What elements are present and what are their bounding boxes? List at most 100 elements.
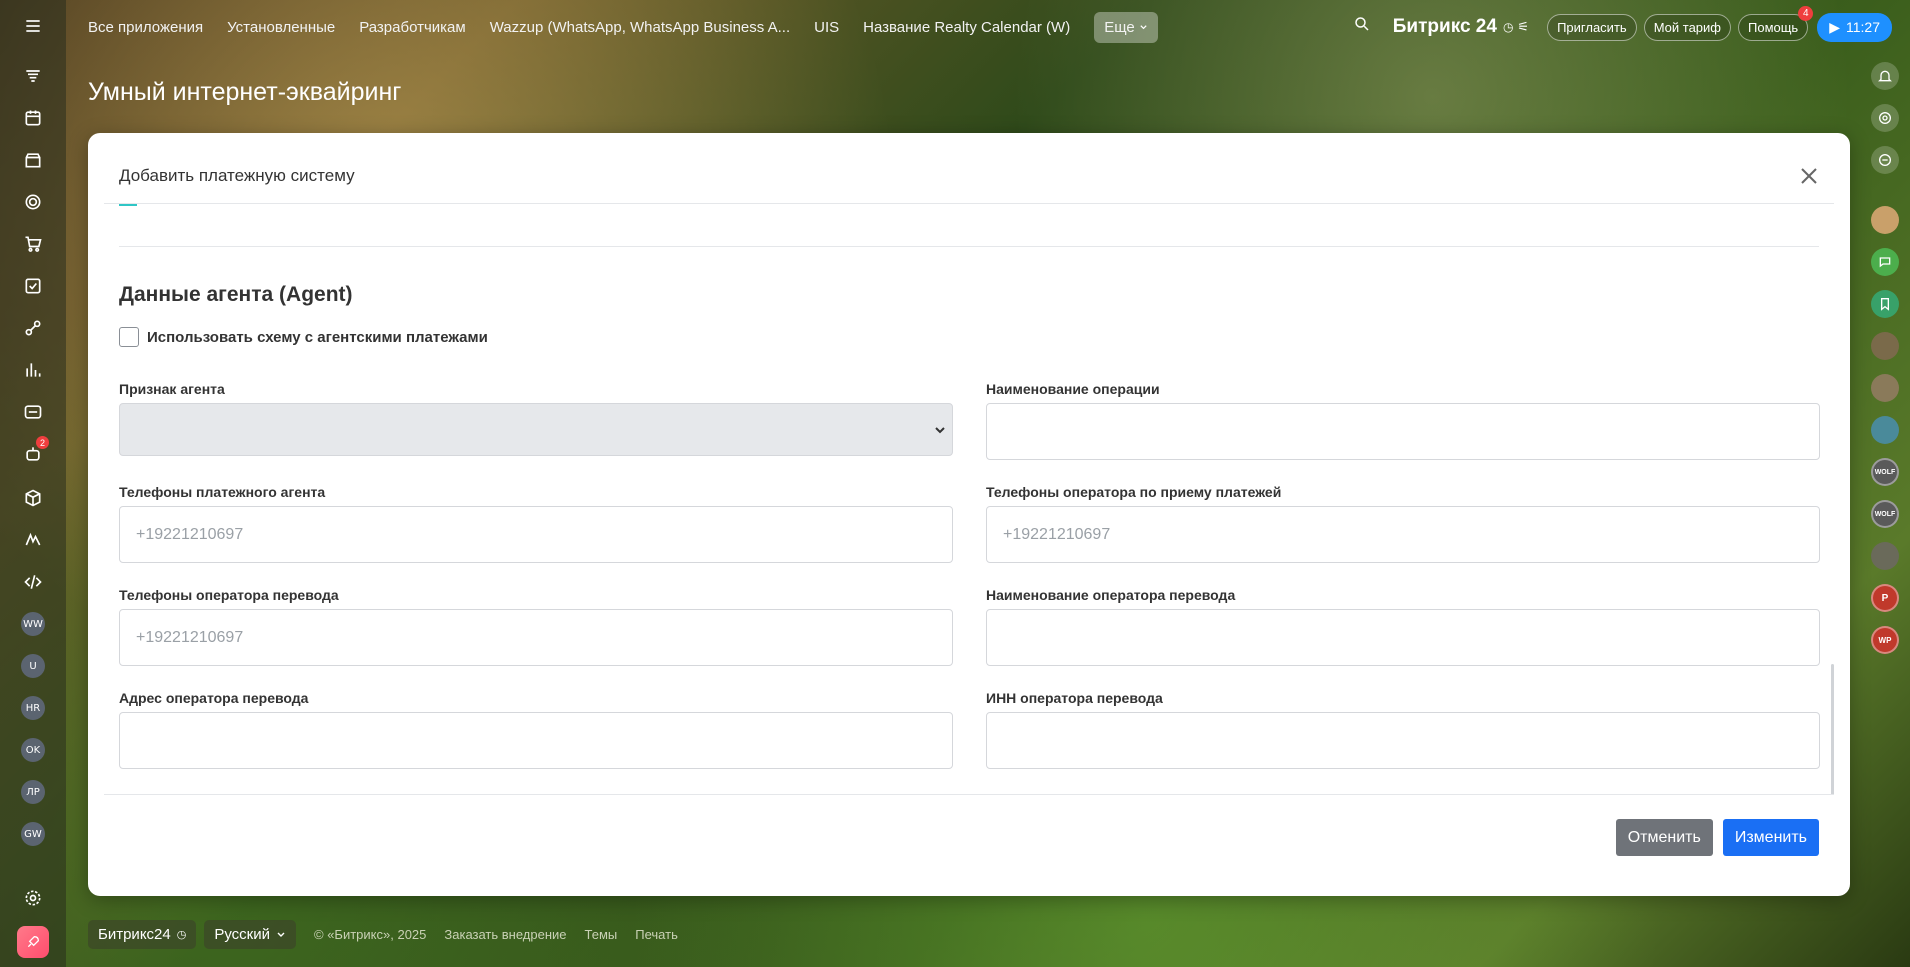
app-avatar-gw[interactable]: GW [13, 814, 53, 854]
cart-icon[interactable] [13, 224, 53, 264]
automation-icon[interactable] [13, 308, 53, 348]
invite-button[interactable]: Пригласить [1547, 13, 1637, 41]
nav-wazzup[interactable]: Wazzup (WhatsApp, WhatsApp Business A... [490, 19, 790, 36]
cancel-button[interactable]: Отменить [1615, 819, 1713, 856]
bot-icon[interactable]: 2 [13, 434, 53, 474]
clock-icon: ◷ [176, 929, 187, 941]
nav-realty-calendar[interactable]: Название Realty Calendar (W) [863, 19, 1070, 36]
scroll-indicator [119, 204, 137, 206]
scrollbar[interactable] [1831, 664, 1834, 794]
settings-gear-icon[interactable] [13, 878, 53, 918]
section-divider [119, 246, 1819, 247]
user-avatar[interactable] [1871, 332, 1899, 360]
field-transfer-name: Наименование оператора перевода [986, 587, 1820, 666]
play-icon: ▶ [1829, 18, 1840, 35]
nav-developers[interactable]: Разработчикам [359, 19, 465, 36]
tasks-icon[interactable] [13, 266, 53, 306]
menu-toggle-icon[interactable] [13, 6, 53, 46]
field-transfer-phones: Телефоны оператора перевода [119, 587, 953, 666]
analytics-icon[interactable] [13, 350, 53, 390]
app-avatar-lr[interactable]: ЛР [13, 772, 53, 812]
marketplace-app-button[interactable] [13, 922, 53, 962]
footer-brand-label: Битрикс24 [98, 926, 171, 943]
box-icon[interactable] [13, 478, 53, 518]
transfer-name-input[interactable] [986, 609, 1820, 666]
app-avatar-u[interactable]: U [13, 646, 53, 686]
user-avatar[interactable] [1871, 416, 1899, 444]
nav-installed[interactable]: Установленные [227, 19, 335, 36]
field-transfer-inn: ИНН оператора перевода [986, 690, 1820, 769]
user-avatar[interactable] [1871, 206, 1899, 234]
app-avatar-hr[interactable]: HR [13, 688, 53, 728]
user-avatar[interactable] [1871, 374, 1899, 402]
receiver-phones-label: Телефоны оператора по приему платежей [986, 484, 1282, 500]
agent-sign-label: Признак агента [119, 381, 225, 397]
chevron-down-icon [935, 426, 945, 433]
workday-timer-button[interactable]: ▶ 11:27 [1817, 12, 1892, 42]
left-sidebar: 2 WW U HR OK ЛР GW [0, 0, 66, 967]
close-icon[interactable] [1799, 166, 1819, 186]
footer-brand-button[interactable]: Битрикс24 ◷ [88, 920, 197, 949]
tariff-button[interactable]: Мой тариф [1643, 13, 1731, 41]
transfer-phones-input[interactable] [119, 609, 953, 666]
brand-settings-icon[interactable]: ⚟ [1517, 19, 1529, 35]
bell-icon[interactable] [1871, 62, 1899, 90]
sites-icon[interactable] [13, 520, 53, 560]
user-avatar-wp[interactable]: WP [1871, 626, 1899, 654]
bookmark-icon[interactable] [1871, 290, 1899, 318]
user-avatar-wolf[interactable]: WOLF [1871, 500, 1899, 528]
avatar-label: P [1881, 592, 1889, 604]
order-implementation-link[interactable]: Заказать внедрение [444, 927, 566, 942]
receiver-phones-input[interactable] [986, 506, 1820, 563]
transfer-inn-input[interactable] [986, 712, 1820, 769]
user-avatar[interactable] [1871, 542, 1899, 570]
calendar-icon[interactable] [13, 98, 53, 138]
app-avatar-ok[interactable]: OK [13, 730, 53, 770]
modal-header: Добавить платежную систему [104, 149, 1834, 204]
right-sidebar: WOLF WOLF P WP [1860, 54, 1910, 967]
chat-icon[interactable] [1871, 146, 1899, 174]
transfer-phones-label: Телефоны оператора перевода [119, 587, 339, 603]
agent-fields-grid: Признак агента Наименование операции Тел… [119, 381, 1820, 769]
field-operation-name: Наименование операции [986, 381, 1820, 460]
agent-payments-checkbox[interactable]: Использовать схему с агентскими платежам… [119, 327, 1819, 347]
section-title: Данные агента (Agent) [119, 283, 353, 306]
target-icon[interactable] [13, 182, 53, 222]
user-avatar-wolf[interactable]: WOLF [1871, 458, 1899, 486]
messages-icon[interactable] [1871, 248, 1899, 276]
field-agent-phones: Телефоны платежного агента [119, 484, 953, 563]
target-icon[interactable] [1871, 104, 1899, 132]
chevron-down-icon [1140, 24, 1147, 29]
agent-phones-label: Телефоны платежного агента [119, 484, 326, 500]
print-link[interactable]: Печать [635, 927, 678, 942]
apply-button[interactable]: Изменить [1722, 819, 1819, 856]
timer-value: 11:27 [1846, 19, 1880, 35]
modal-content: Добавить платежную систему Данные агента… [104, 149, 1834, 880]
code-icon[interactable] [13, 562, 53, 602]
nav-more-button[interactable]: Еще [1094, 11, 1158, 43]
search-icon[interactable] [1353, 15, 1377, 39]
app-avatar-ww[interactable]: WW [13, 604, 53, 644]
language-select[interactable]: Русский [204, 920, 297, 949]
agent-sign-select[interactable] [119, 403, 953, 456]
user-avatar-p[interactable]: P [1871, 584, 1899, 612]
transfer-address-input[interactable] [119, 712, 953, 769]
checkbox-box[interactable] [119, 327, 139, 347]
contact-center-icon[interactable] [13, 392, 53, 432]
nav-all-apps[interactable]: Все приложения [88, 19, 203, 36]
feed-icon[interactable] [13, 56, 53, 96]
themes-link[interactable]: Темы [585, 927, 618, 942]
store-icon[interactable] [13, 140, 53, 180]
agent-phones-input[interactable] [119, 506, 953, 563]
checkbox-label: Использовать схему с агентскими платежам… [147, 328, 488, 346]
field-transfer-address: Адрес оператора перевода [119, 690, 953, 769]
nav-uis[interactable]: UIS [814, 19, 839, 36]
copyright: © «Битрикс», 2025 [314, 927, 427, 942]
avatar-label: WOLF [1874, 510, 1896, 518]
modal-body[interactable]: Данные агента (Agent) Использовать схему… [104, 204, 1834, 794]
help-button[interactable]: Помощь 4 [1738, 5, 1814, 41]
transfer-address-label: Адрес оператора перевода [119, 690, 309, 706]
transfer-name-label: Наименование оператора перевода [986, 587, 1236, 603]
operation-name-input[interactable] [986, 403, 1820, 460]
help-badge: 4 [1798, 5, 1814, 21]
